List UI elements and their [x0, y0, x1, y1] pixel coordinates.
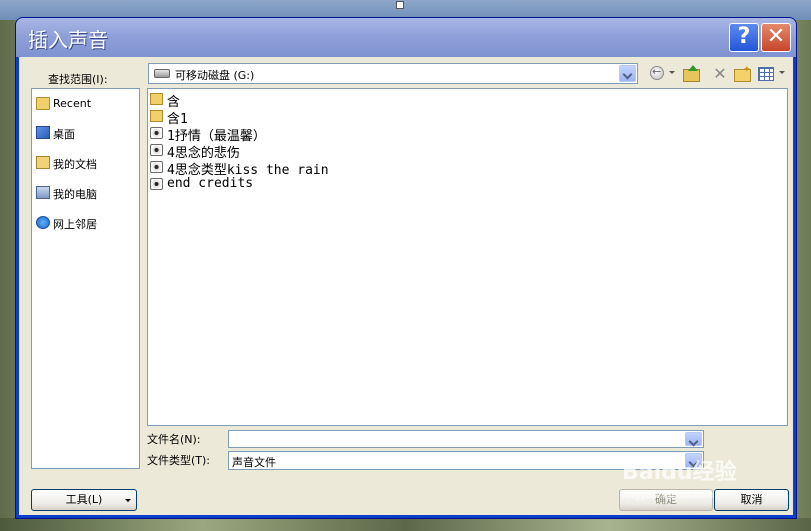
my-computer-icon: [36, 186, 50, 199]
close-icon: ✕: [766, 24, 786, 49]
audio-file-icon: [150, 161, 163, 173]
chevron-down-icon[interactable]: [685, 432, 702, 446]
desktop-icon: [36, 126, 50, 139]
tools-button[interactable]: 工具(L): [31, 489, 137, 511]
audio-file-icon: [150, 178, 163, 190]
place-my-computer[interactable]: 我的电脑: [35, 184, 135, 202]
dropdown-arrow-icon: [125, 499, 131, 502]
filetype-label: 文件类型(T):: [147, 454, 211, 467]
watermark-url: jingyan.baidu.com: [622, 490, 715, 501]
folder-icon: [150, 110, 163, 122]
place-label: 我的电脑: [53, 188, 97, 201]
recent-folder-icon: [36, 97, 50, 110]
dialog-title: 插入声音: [28, 28, 108, 52]
place-my-documents[interactable]: 我的文档: [35, 154, 135, 172]
back-history-dropdown-icon[interactable]: [669, 71, 675, 74]
cancel-label: 取消: [740, 493, 763, 506]
delete-x-icon: ✕: [713, 64, 727, 83]
places-bar: Recent 桌面 我的文档 我的电脑 网上邻居: [31, 88, 140, 469]
look-in-label: 查找范围(I):: [48, 73, 108, 86]
place-label: 我的文档: [53, 158, 97, 171]
help-button[interactable]: ?: [729, 23, 759, 52]
place-label: 桌面: [53, 128, 75, 141]
back-button[interactable]: [649, 65, 667, 82]
filetype-value: 声音文件: [232, 456, 276, 469]
question-mark-icon: ?: [737, 24, 751, 49]
up-arrow-icon: [688, 65, 698, 71]
views-dropdown-icon[interactable]: [779, 71, 785, 74]
filename-label: 文件名(N):: [147, 433, 201, 446]
resize-handle[interactable]: [396, 1, 404, 9]
folder-icon: [150, 93, 163, 105]
look-in-dropdown[interactable]: 可移动磁盘 (G:): [148, 63, 638, 84]
background-bottom-strip: [0, 518, 811, 531]
delete-button[interactable]: ✕: [711, 65, 729, 82]
dialog-client-area: 查找范围(I): 可移动磁盘 (G:) ✕ ✦ Recent 桌面 我的文档: [19, 57, 793, 515]
place-label: 网上邻居: [53, 218, 97, 231]
place-recent[interactable]: Recent: [35, 95, 135, 113]
sparkle-icon: ✦: [743, 65, 751, 75]
audio-file-icon: [150, 127, 163, 139]
back-arrow-icon: [650, 65, 664, 80]
watermark-logo: Baidu经验: [622, 460, 737, 485]
filename-input[interactable]: [228, 430, 704, 448]
file-list[interactable]: 含 含1 1抒情（最温馨） 4思念的悲伤 4思念类型kiss the rain …: [147, 88, 788, 426]
title-bar[interactable]: 插入声音 ? ✕: [16, 18, 796, 57]
cancel-button[interactable]: 取消: [714, 489, 789, 511]
chevron-down-icon[interactable]: [619, 65, 636, 82]
place-desktop[interactable]: 桌面: [35, 124, 135, 142]
views-menu-button[interactable]: [757, 65, 775, 82]
new-folder-button[interactable]: ✦: [733, 65, 751, 82]
up-one-level-button[interactable]: [682, 65, 700, 82]
insert-sound-dialog: 插入声音 ? ✕ 查找范围(I): 可移动磁盘 (G:) ✕ ✦ Recent …: [15, 17, 797, 519]
tools-label: 工具(L): [65, 493, 103, 506]
removable-drive-icon: [154, 69, 170, 78]
network-places-icon: [36, 216, 50, 229]
place-label: Recent: [53, 97, 92, 110]
file-name: end credits: [167, 176, 254, 191]
views-grid-icon: [758, 67, 774, 81]
my-documents-icon: [36, 156, 50, 169]
close-button[interactable]: ✕: [761, 23, 791, 52]
look-in-value: 可移动磁盘 (G:): [175, 69, 255, 82]
place-network[interactable]: 网上邻居: [35, 214, 135, 232]
audio-file-icon: [150, 144, 163, 156]
